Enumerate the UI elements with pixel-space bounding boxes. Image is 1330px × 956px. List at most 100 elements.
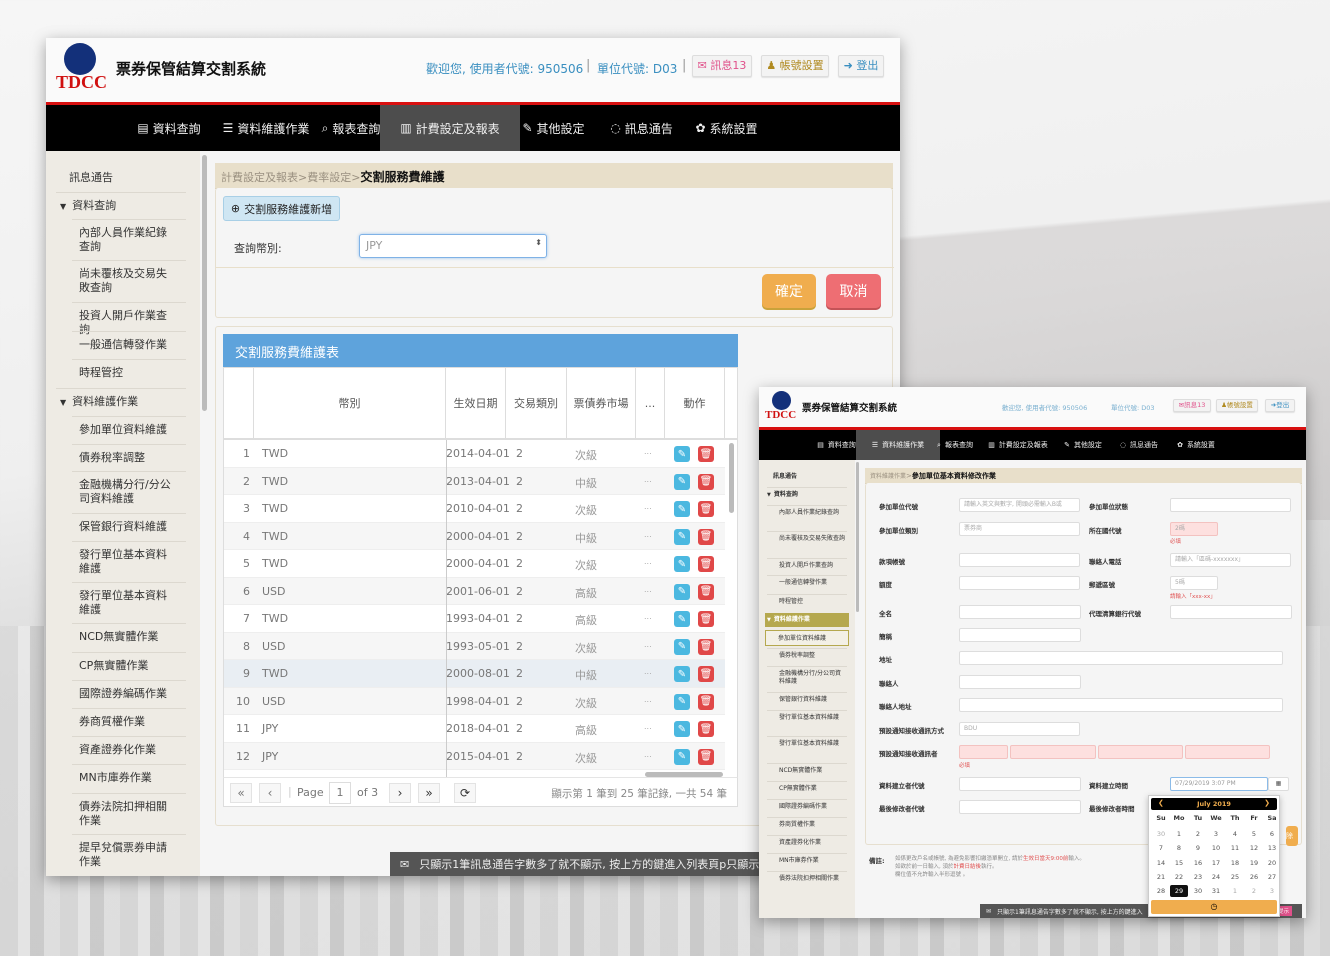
- edit-icon[interactable]: ✎: [674, 721, 690, 737]
- table-row[interactable]: 7 TWD 1993-04-01 2 高級... ✎ 🗑: [224, 605, 725, 633]
- calendar-day[interactable]: 11: [1226, 842, 1244, 854]
- trash-icon[interactable]: 🗑: [698, 473, 714, 490]
- column-header[interactable]: ...: [636, 368, 665, 440]
- calendar-day[interactable]: 3: [1263, 885, 1281, 897]
- sidebar-item[interactable]: 發行單位基本資料維護: [79, 548, 175, 577]
- sidebar-item[interactable]: 一般通信轉發作業: [779, 579, 847, 587]
- sidebar-item[interactable]: CP無實體作業: [79, 659, 175, 673]
- breadcrumb-item[interactable]: 計費設定及報表: [221, 171, 298, 184]
- calendar-month[interactable]: July 2019: [1151, 800, 1277, 808]
- edit-icon[interactable]: ✎: [674, 583, 690, 600]
- table-row[interactable]: 11 JPY 2018-04-01 2 高級... ✎ 🗑: [224, 715, 725, 743]
- calendar-day[interactable]: 13: [1263, 842, 1281, 854]
- trash-icon[interactable]: 🗑: [698, 501, 714, 517]
- breadcrumb-item[interactable]: 費率設定: [307, 171, 351, 184]
- trash-icon[interactable]: 🗑: [698, 611, 714, 627]
- breadcrumb-item[interactable]: 資料維護作業: [870, 473, 906, 480]
- edit-icon[interactable]: ✎: [674, 611, 690, 627]
- sidebar-item[interactable]: 金融機構分行/分公司資料維護: [79, 478, 175, 507]
- nav-item-6[interactable]: ◌ 訊息通告: [1114, 430, 1164, 460]
- sidebar-item[interactable]: 投資人開戶作業查詢: [779, 562, 847, 570]
- logout-button[interactable]: ➜登出: [1265, 399, 1295, 412]
- calendar-day[interactable]: 7: [1152, 842, 1170, 854]
- sidebar-item[interactable]: MN市庫券作業: [79, 771, 175, 785]
- sidebar-item[interactable]: 資產證券化作業: [79, 743, 175, 757]
- unit-type-input[interactable]: 票券商: [959, 522, 1080, 536]
- calendar-day[interactable]: 6: [1263, 828, 1281, 840]
- sidebar-item[interactable]: 一般通信轉發作業: [79, 338, 175, 352]
- column-header[interactable]: 動作: [665, 368, 725, 440]
- sidebar-item[interactable]: 國際證券編碼作業: [79, 687, 175, 701]
- nav-item-6[interactable]: ◌ 訊息通告: [599, 105, 684, 151]
- calendar-icon[interactable]: ▦: [1268, 777, 1289, 791]
- nav-item-5[interactable]: ✎ 其他設定: [1059, 430, 1107, 460]
- next-month-icon[interactable]: ❯: [1264, 799, 1270, 807]
- calendar-day[interactable]: 21: [1152, 871, 1170, 883]
- full-name-input[interactable]: [959, 605, 1081, 619]
- trash-icon[interactable]: 🗑: [698, 638, 714, 655]
- notify-receiver-input[interactable]: [959, 745, 1008, 759]
- calendar-day[interactable]: 10: [1207, 842, 1225, 854]
- zip-input[interactable]: 5碼: [1170, 576, 1218, 590]
- table-row[interactable]: 12 JPY 2015-04-01 2 次級... ✎ 🗑: [224, 742, 725, 770]
- trash-icon[interactable]: 🗑: [698, 556, 714, 572]
- calendar-day[interactable]: 28: [1152, 885, 1170, 897]
- creator-input[interactable]: [959, 777, 1081, 791]
- sidebar-scrollbar[interactable]: [856, 462, 859, 612]
- account-no-input[interactable]: [959, 553, 1080, 567]
- trash-icon[interactable]: 🗑: [698, 583, 714, 600]
- sidebar-item[interactable]: 時程管控: [779, 598, 847, 606]
- nav-item-2[interactable]: ☰ 資料維護作業: [856, 430, 940, 460]
- trash-icon[interactable]: 🗑: [698, 666, 714, 682]
- calendar-day[interactable]: 24: [1207, 871, 1225, 883]
- prev-page-button[interactable]: ‹: [259, 783, 281, 803]
- edit-icon[interactable]: ✎: [674, 638, 690, 655]
- calendar-day[interactable]: 5: [1245, 828, 1263, 840]
- sidebar-item[interactable]: 債券稅率調整: [79, 451, 175, 465]
- currency-select[interactable]: JPY ⬍: [359, 234, 547, 258]
- sidebar-item[interactable]: 訊息通告: [69, 171, 189, 185]
- sidebar-item[interactable]: NCD無實體作業: [79, 630, 175, 644]
- sidebar-item[interactable]: 金融機構分行/分公司資料維護: [779, 670, 847, 686]
- contact-address-input[interactable]: [959, 698, 1283, 712]
- sidebar-item[interactable]: 發行單位基本資料維護: [779, 714, 847, 722]
- sidebar-item[interactable]: 時程管控: [79, 366, 175, 380]
- sidebar-item[interactable]: 尚未覆核及交易失敗查詢: [779, 535, 847, 543]
- calendar-day-selected[interactable]: 29: [1170, 885, 1188, 898]
- table-row[interactable]: 1 TWD 2014-04-01 2 次級... ✎ 🗑: [224, 440, 725, 468]
- calendar-day[interactable]: 30: [1189, 885, 1207, 897]
- account-settings-button[interactable]: ♟ 帳號設置: [761, 55, 829, 77]
- address-input[interactable]: [959, 651, 1283, 665]
- account-settings-button[interactable]: ♟帳號設置: [1216, 399, 1258, 412]
- calendar-day[interactable]: 15: [1170, 857, 1188, 869]
- first-page-button[interactable]: «: [230, 783, 252, 803]
- table-row[interactable]: 8 USD 1993-05-01 2 次級... ✎ 🗑: [224, 632, 725, 660]
- delete-button[interactable]: 除: [1286, 826, 1298, 846]
- trash-icon[interactable]: 🗑: [698, 748, 714, 765]
- trash-icon[interactable]: 🗑: [698, 693, 714, 710]
- column-header[interactable]: 生效日期: [446, 368, 506, 440]
- column-header[interactable]: 幣別: [254, 368, 446, 440]
- calendar-day[interactable]: 25: [1226, 871, 1244, 883]
- sidebar-item[interactable]: 保管銀行資料維護: [79, 520, 175, 534]
- calendar-day[interactable]: 31: [1207, 885, 1225, 897]
- table-row[interactable]: 5 TWD 2000-04-01 2 次級... ✎ 🗑: [224, 550, 725, 578]
- unit-status-input[interactable]: [1170, 498, 1291, 512]
- calendar-day[interactable]: 4: [1226, 828, 1244, 840]
- sidebar-item[interactable]: 參加單位資料維護: [765, 630, 849, 646]
- nav-item-4[interactable]: ▥ 計費設定及報表: [981, 430, 1055, 460]
- column-header[interactable]: 交易類別: [506, 368, 567, 440]
- sidebar-item[interactable]: 債券稅率調整: [779, 652, 847, 660]
- sidebar-item[interactable]: ▼ 資料維護作業: [765, 613, 849, 627]
- confirm-button[interactable]: 確定: [762, 274, 816, 308]
- sidebar-item[interactable]: 投資人開戶作業查詢: [79, 309, 175, 338]
- edit-icon[interactable]: ✎: [674, 528, 690, 545]
- nav-item-1[interactable]: ▤ 資料查詢: [814, 430, 859, 460]
- calendar-day[interactable]: 2: [1189, 828, 1207, 840]
- calendar-day[interactable]: 20: [1263, 857, 1281, 869]
- cancel-button[interactable]: 取消: [826, 274, 881, 308]
- sidebar-item[interactable]: ▼ 資料查詢: [767, 491, 847, 499]
- calendar-day[interactable]: 30: [1152, 828, 1170, 840]
- column-header[interactable]: 票債券市場: [567, 368, 636, 440]
- trash-icon[interactable]: 🗑: [698, 528, 714, 545]
